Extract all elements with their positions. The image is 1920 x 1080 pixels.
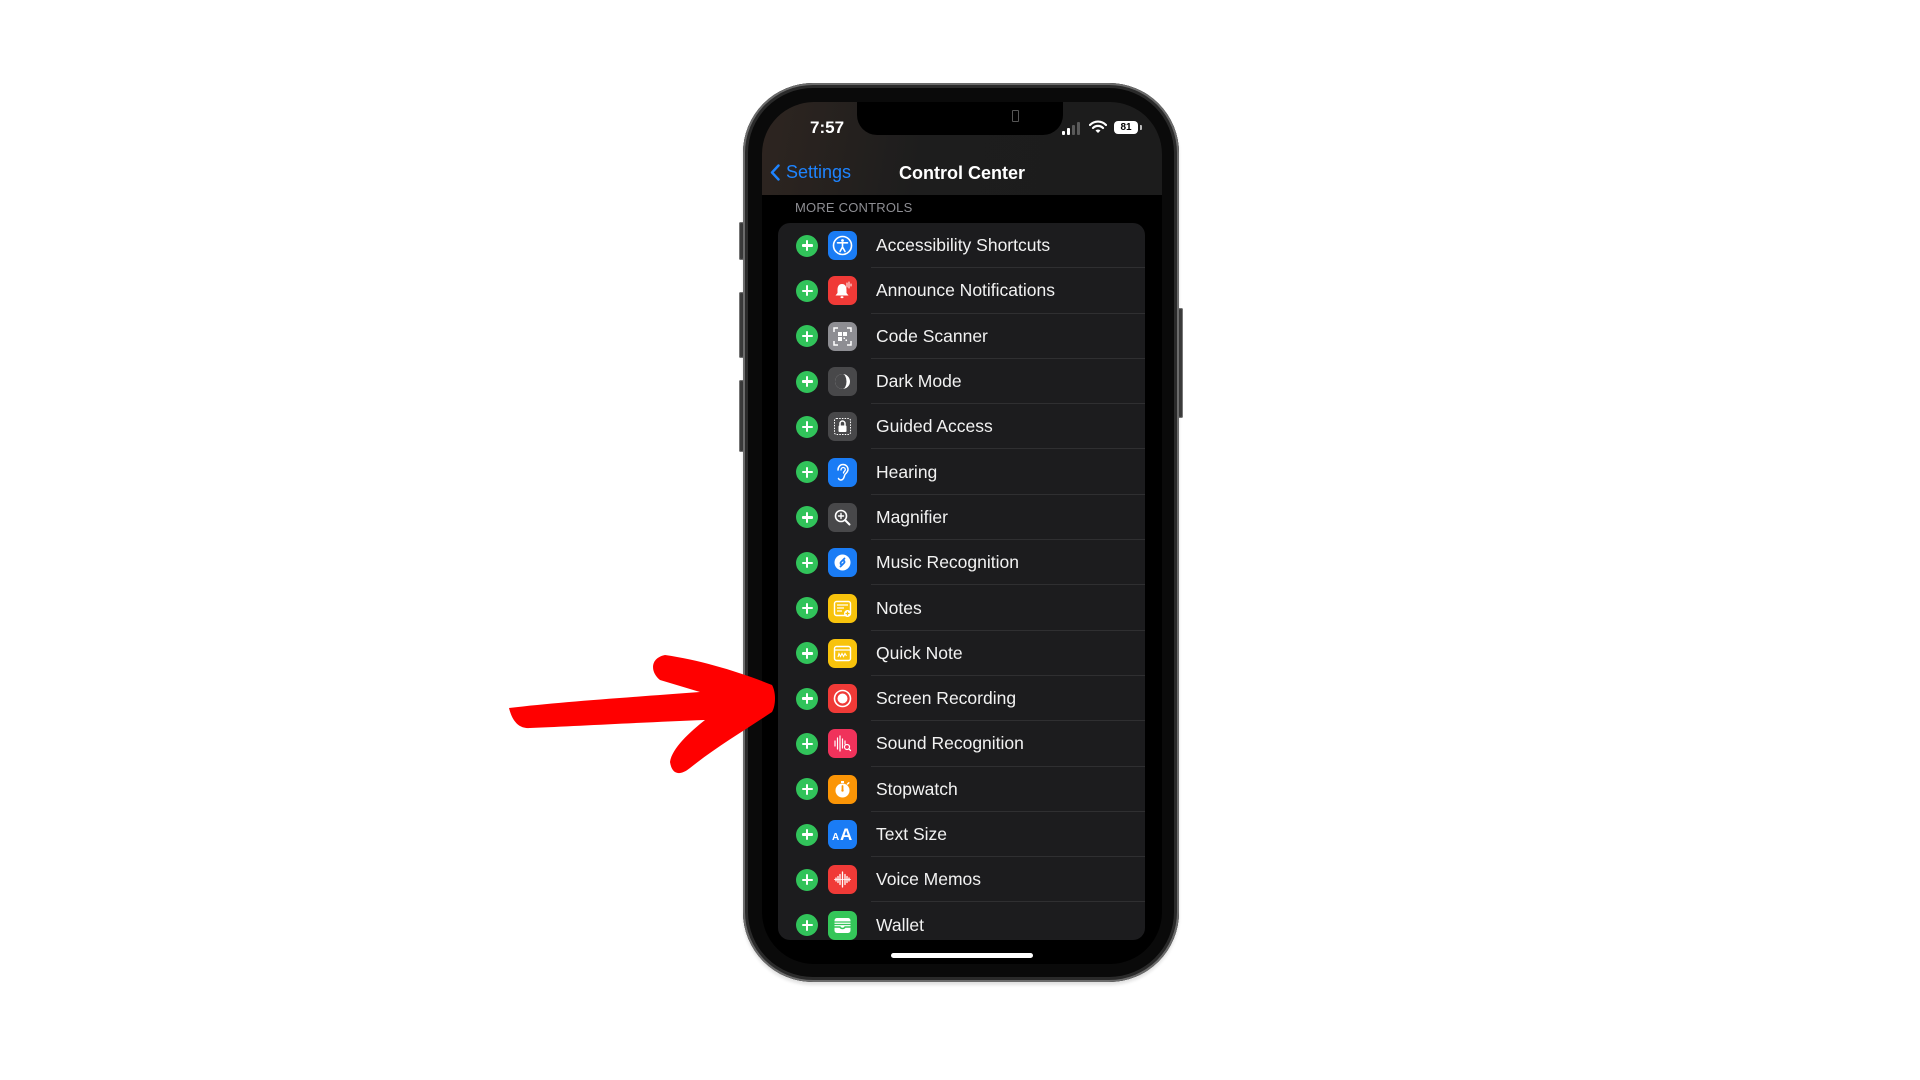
phone-screen: 7:57 81 Settings Control Center MORE CON…: [762, 102, 1162, 964]
home-indicator[interactable]: [891, 953, 1033, 958]
add-control-button[interactable]: [796, 415, 818, 438]
add-control-button[interactable]: [796, 506, 818, 529]
notes-icon: [828, 593, 857, 623]
svg-text:A: A: [840, 825, 852, 844]
add-control-button[interactable]: [796, 461, 818, 484]
ear-icon: [828, 457, 857, 487]
sound-recognition-icon: [828, 729, 857, 759]
control-row-announce-notifications[interactable]: Announce Notifications: [778, 268, 1145, 314]
add-control-button[interactable]: [796, 823, 818, 846]
wallet-icon: [828, 910, 857, 940]
control-row-dark-mode[interactable]: Dark Mode: [778, 359, 1145, 405]
control-row-voice-memos[interactable]: Voice Memos: [778, 857, 1145, 903]
control-label: Accessibility Shortcuts: [876, 235, 1051, 256]
control-label: Notes: [876, 597, 922, 618]
control-row-music-recognition[interactable]: Music Recognition: [778, 540, 1145, 586]
control-label: Sound Recognition: [876, 733, 1024, 754]
control-label: Text Size: [876, 824, 947, 845]
add-control-button[interactable]: [796, 325, 818, 348]
control-label: Announce Notifications: [876, 280, 1055, 301]
svg-text:A: A: [832, 832, 839, 843]
control-row-hearing[interactable]: Hearing: [778, 450, 1145, 495]
control-row-wallet[interactable]: Wallet: [778, 903, 1145, 941]
arrow-shape: [509, 655, 775, 774]
wifi-icon: [1089, 120, 1107, 133]
status-time: 7:57: [810, 118, 845, 137]
control-row-screen-recording[interactable]: Screen Recording: [778, 676, 1145, 722]
control-label: Stopwatch: [876, 778, 958, 799]
magnifier-icon: [828, 502, 857, 532]
control-row-text-size[interactable]: A A Text Size: [778, 812, 1145, 858]
add-control-button[interactable]: [796, 914, 818, 937]
accessibility-icon: [828, 231, 857, 261]
battery-tip: [1140, 125, 1142, 130]
control-label: Screen Recording: [876, 688, 1017, 709]
control-row-guided-access[interactable]: Guided Access: [778, 404, 1145, 450]
quick-note-icon: [828, 638, 857, 668]
privacy-indicator-icon: [1012, 110, 1019, 122]
control-label: Hearing: [876, 461, 938, 482]
waveform-icon: [828, 865, 857, 895]
add-control-button[interactable]: [796, 732, 818, 755]
shazam-icon: [828, 548, 857, 578]
cellular-signal-icon: [1062, 122, 1084, 135]
control-label: Code Scanner: [876, 325, 988, 346]
control-label: Voice Memos: [876, 869, 982, 890]
add-control-button[interactable]: [796, 234, 818, 257]
control-row-accessibility-shortcuts[interactable]: Accessibility Shortcuts: [778, 223, 1145, 269]
control-label: Music Recognition: [876, 552, 1019, 573]
add-control-button[interactable]: [796, 279, 818, 302]
control-row-sound-recognition[interactable]: Sound Recognition: [778, 721, 1145, 767]
record-icon: [828, 684, 857, 714]
add-control-button[interactable]: [796, 370, 818, 393]
control-label: Wallet: [876, 914, 924, 935]
lock-icon: [828, 412, 857, 442]
add-control-button[interactable]: [796, 868, 818, 891]
control-label: Dark Mode: [876, 371, 962, 392]
dark-mode-icon: [828, 367, 857, 397]
notch: [857, 102, 1063, 135]
page-title: Control Center: [899, 163, 1025, 183]
control-row-stopwatch[interactable]: Stopwatch: [778, 767, 1145, 812]
control-row-code-scanner[interactable]: Code Scanner: [778, 314, 1145, 359]
section-header: MORE CONTROLS: [795, 200, 913, 215]
control-row-quick-note[interactable]: Quick Note: [778, 631, 1145, 676]
add-control-button[interactable]: [796, 642, 818, 665]
more-controls-list: Accessibility Shortcuts Announce Notifica…: [778, 223, 1145, 940]
control-label: Guided Access: [876, 416, 993, 437]
add-control-button[interactable]: [796, 778, 818, 801]
add-control-button[interactable]: [796, 551, 818, 574]
control-row-notes[interactable]: Notes: [778, 585, 1145, 631]
qr-code-icon: [828, 321, 857, 351]
stopwatch-icon: [828, 774, 857, 804]
battery-indicator: 81: [1114, 121, 1138, 134]
control-row-magnifier[interactable]: Magnifier: [778, 495, 1145, 541]
add-control-button[interactable]: [796, 687, 818, 710]
text-size-icon: AA: [828, 820, 857, 850]
red-arrow-annotation: [509, 655, 775, 774]
control-label: Quick Note: [876, 642, 963, 663]
add-control-button[interactable]: [796, 597, 818, 620]
bell-icon: [828, 276, 857, 306]
control-label: Magnifier: [876, 506, 948, 527]
